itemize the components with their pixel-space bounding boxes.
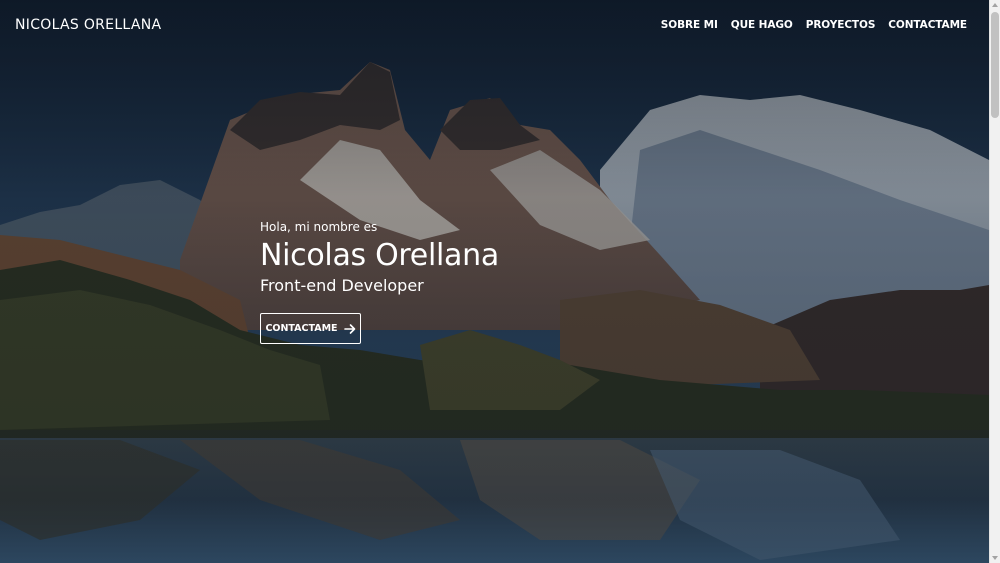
nav-link-proyectos[interactable]: PROYECTOS <box>806 19 876 31</box>
navbar: NICOLAS ORELLANA SOBRE MI QUE HAGO PROYE… <box>0 0 989 52</box>
hero-greeting: Hola, mi nombre es <box>260 220 378 234</box>
contactame-button[interactable]: CONTACTAME <box>260 313 361 344</box>
page-scrollbar[interactable] <box>989 0 1000 563</box>
hero-content: Hola, mi nombre es Nicolas Orellana Fron… <box>260 219 499 297</box>
nav-link-que-hago[interactable]: QUE HAGO <box>731 19 793 31</box>
nav-link-contactame[interactable]: CONTACTAME <box>888 19 967 31</box>
scroll-up-arrow-icon[interactable] <box>992 3 998 7</box>
scrollbar-thumb[interactable] <box>991 12 999 118</box>
arrow-right-icon <box>343 323 356 335</box>
brand-logo-link[interactable]: NICOLAS ORELLANA <box>15 17 161 33</box>
nav-links: SOBRE MI QUE HAGO PROYECTOS CONTACTAME <box>661 19 967 31</box>
page: NICOLAS ORELLANA SOBRE MI QUE HAGO PROYE… <box>0 0 1000 563</box>
contactame-button-label: CONTACTAME <box>265 323 338 334</box>
scroll-down-arrow-icon[interactable] <box>992 556 998 560</box>
hero-role: Front-end Developer <box>260 276 424 295</box>
hero-name: Nicolas Orellana <box>260 238 499 273</box>
nav-link-sobre-mi[interactable]: SOBRE MI <box>661 19 718 31</box>
